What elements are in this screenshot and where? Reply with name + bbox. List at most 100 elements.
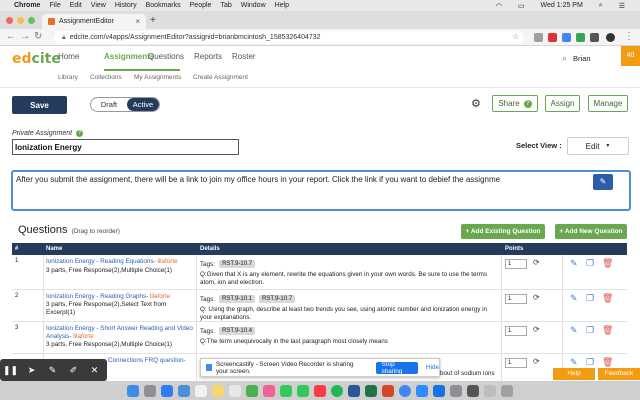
nav-questions[interactable]: Questions bbox=[148, 52, 184, 61]
add-new-question-button[interactable]: + Add New Question bbox=[555, 224, 627, 239]
zoom-icon[interactable] bbox=[416, 384, 428, 397]
notes-icon[interactable] bbox=[212, 384, 224, 397]
facetime-icon[interactable] bbox=[297, 384, 309, 397]
trash-icon[interactable]: 🗑︎ bbox=[602, 293, 613, 304]
chrome-menu-icon[interactable]: ⋮ bbox=[624, 31, 634, 42]
menu-clock[interactable]: Wed 1:25 PM bbox=[541, 2, 583, 9]
calendar-icon[interactable] bbox=[195, 384, 207, 397]
subnav-my-assignments[interactable]: My Assignments bbox=[134, 74, 181, 81]
subnav-library[interactable]: Library bbox=[58, 74, 78, 81]
safari-icon[interactable] bbox=[161, 384, 173, 397]
table-row[interactable]: 1 Ionization Energy - Reading Equations-… bbox=[12, 255, 627, 290]
points-input[interactable]: 1 bbox=[505, 326, 527, 336]
menu-people[interactable]: People bbox=[190, 2, 212, 9]
assign-button[interactable]: Assign bbox=[545, 95, 580, 112]
spotify-icon[interactable] bbox=[331, 384, 343, 397]
forward-icon[interactable]: → bbox=[20, 31, 30, 42]
zoom-window-button[interactable] bbox=[28, 17, 35, 24]
close-tab-icon[interactable]: × bbox=[135, 17, 140, 26]
mail-icon[interactable] bbox=[178, 384, 190, 397]
table-row[interactable]: 3 Ionization Energy - Short Answer Readi… bbox=[12, 322, 627, 354]
menu-app-name[interactable]: Chrome bbox=[14, 2, 40, 9]
menu-help[interactable]: Help bbox=[275, 2, 289, 9]
active-option[interactable]: Active bbox=[127, 98, 159, 111]
menu-file[interactable]: File bbox=[49, 2, 60, 9]
subnav-create-assignment[interactable]: Create Assignment bbox=[193, 74, 248, 81]
help-icon[interactable]: ? bbox=[76, 130, 84, 137]
launchpad-icon[interactable] bbox=[144, 384, 156, 397]
minimize-window-button[interactable] bbox=[17, 17, 24, 24]
system-preferences-icon[interactable] bbox=[450, 384, 462, 397]
assignment-name-input[interactable] bbox=[12, 139, 239, 155]
downloads-icon[interactable] bbox=[484, 384, 496, 397]
nav-roster[interactable]: Roster bbox=[232, 52, 256, 61]
maps-icon[interactable] bbox=[246, 384, 258, 397]
edit-icon[interactable]: ✎ bbox=[570, 293, 578, 304]
chrome-icon[interactable] bbox=[399, 384, 411, 397]
gear-icon[interactable]: ⚙ bbox=[471, 97, 481, 110]
edit-icon[interactable]: ✎ bbox=[570, 325, 578, 336]
close-icon[interactable]: ✕ bbox=[84, 365, 105, 376]
edit-pencil-icon[interactable]: ✎ bbox=[593, 174, 613, 190]
copy-icon[interactable]: ❐ bbox=[586, 258, 594, 269]
terminal-icon[interactable] bbox=[467, 384, 479, 397]
points-input[interactable]: 1 bbox=[505, 259, 527, 269]
manage-button[interactable]: Manage bbox=[588, 95, 628, 112]
extension-icon[interactable] bbox=[590, 33, 599, 42]
pen-icon[interactable]: ✎ bbox=[42, 365, 63, 376]
menu-bookmarks[interactable]: Bookmarks bbox=[146, 2, 181, 9]
extension-icon[interactable] bbox=[534, 33, 543, 42]
menu-view[interactable]: View bbox=[91, 2, 106, 9]
copy-icon[interactable]: ❐ bbox=[586, 325, 594, 336]
user-menu[interactable]: ⌕ Brian bbox=[562, 53, 591, 64]
music-icon[interactable] bbox=[314, 384, 326, 397]
back-icon[interactable]: ← bbox=[6, 31, 16, 42]
question-author[interactable]: lilaforte bbox=[157, 258, 177, 265]
close-window-button[interactable] bbox=[6, 17, 13, 24]
edit-icon[interactable]: ✎ bbox=[570, 258, 578, 269]
app-store-icon[interactable] bbox=[433, 384, 445, 397]
menu-tab[interactable]: Tab bbox=[220, 2, 231, 9]
share-button[interactable]: Share ? bbox=[492, 95, 538, 112]
refresh-icon[interactable]: ⟳ bbox=[533, 325, 540, 334]
edcite-logo[interactable]: edcite bbox=[12, 51, 61, 67]
save-button[interactable]: Save bbox=[12, 96, 67, 114]
nav-home[interactable]: Home bbox=[58, 52, 79, 61]
question-link[interactable]: Ionization Energy - Reading Equations- l… bbox=[46, 258, 196, 266]
view-select[interactable]: Edit ▼ bbox=[567, 137, 629, 155]
spotlight-icon[interactable]: ⌕ bbox=[599, 2, 603, 10]
table-row[interactable]: 2 Ionization Energy - Reading Graphs- li… bbox=[12, 290, 627, 322]
powerpoint-icon[interactable] bbox=[382, 384, 394, 397]
extension-icon[interactable] bbox=[562, 33, 571, 42]
add-existing-question-button[interactable]: + Add Existing Question bbox=[461, 224, 545, 239]
address-bar[interactable]: 🔒︎ edcite.com/v4apps/AssignmentEditor?as… bbox=[54, 31, 524, 44]
copy-icon[interactable]: ❐ bbox=[586, 293, 594, 304]
cursor-icon[interactable]: ➤ bbox=[21, 365, 42, 376]
question-link[interactable]: Ionization Energy - Short Answer Reading… bbox=[46, 325, 196, 341]
excel-icon[interactable] bbox=[365, 384, 377, 397]
photos-icon[interactable] bbox=[263, 384, 275, 397]
trash-bin-icon[interactable] bbox=[501, 384, 513, 397]
question-author[interactable]: lilaforte bbox=[73, 333, 93, 340]
feedback-button[interactable]: Feedback bbox=[598, 368, 640, 380]
stop-sharing-button[interactable]: Stop sharing bbox=[375, 361, 419, 375]
refresh-icon[interactable]: ⟳ bbox=[533, 258, 540, 267]
refresh-icon[interactable]: ⟳ bbox=[533, 357, 540, 366]
status-toggle[interactable]: Draft Active bbox=[90, 97, 160, 112]
instructions-box[interactable]: After you submit the assignment, there w… bbox=[11, 170, 631, 211]
profile-avatar-icon[interactable] bbox=[606, 33, 615, 42]
pause-icon[interactable]: ❚❚ bbox=[0, 365, 21, 376]
nav-reports[interactable]: Reports bbox=[194, 52, 222, 61]
extension-icon[interactable] bbox=[576, 33, 585, 42]
menu-list-icon[interactable]: ☰ bbox=[619, 2, 625, 10]
finder-icon[interactable] bbox=[127, 384, 139, 397]
question-author[interactable]: lilaforte bbox=[150, 293, 170, 300]
edit-icon[interactable]: ✎ bbox=[570, 357, 578, 368]
wifi-icon[interactable]: ◠ bbox=[496, 2, 502, 10]
highlighter-icon[interactable]: ✐ bbox=[63, 365, 84, 376]
trash-icon[interactable]: 🗑︎ bbox=[602, 357, 613, 368]
hide-button[interactable]: Hide bbox=[426, 364, 439, 371]
search-icon[interactable]: ⌕ bbox=[562, 53, 567, 64]
word-icon[interactable] bbox=[348, 384, 360, 397]
trash-icon[interactable]: 🗑︎ bbox=[602, 325, 613, 336]
